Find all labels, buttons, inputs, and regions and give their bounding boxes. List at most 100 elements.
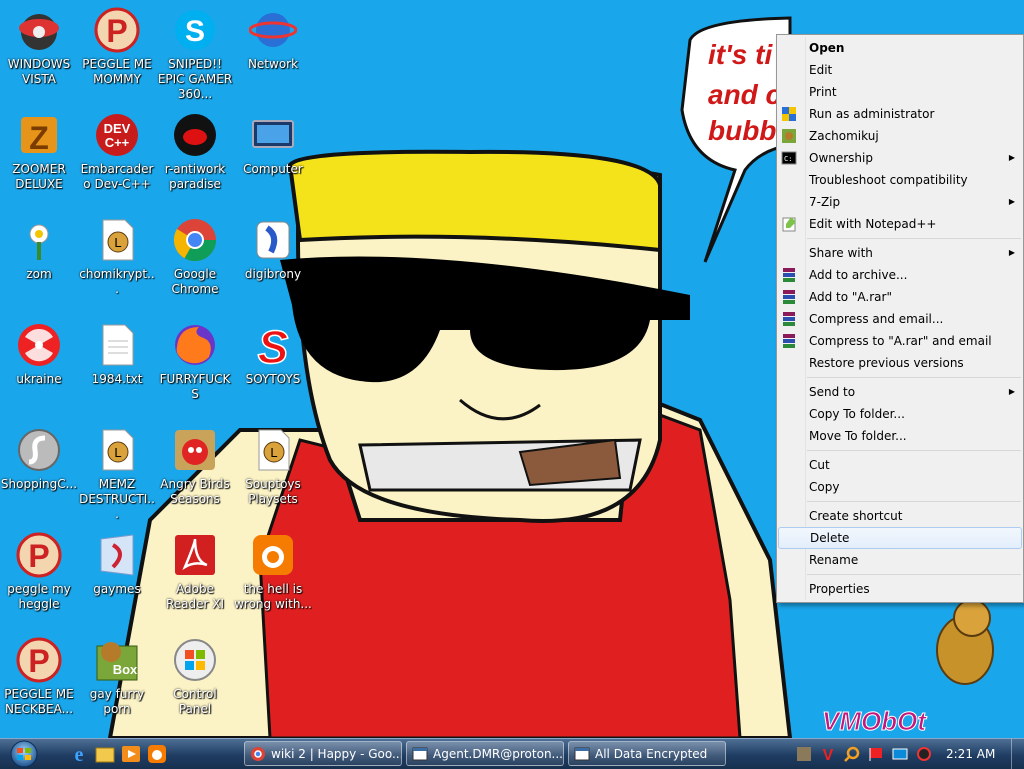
- menu-item-create-shortcut[interactable]: Create shortcut: [777, 505, 1023, 527]
- soytoys-icon: S: [249, 320, 297, 374]
- menu-item-add-to-archive[interactable]: Add to archive...: [777, 264, 1023, 286]
- menu-item-label: Zachomikuj: [809, 129, 879, 143]
- radiation-icon: [15, 321, 63, 369]
- menu-item-send-to[interactable]: Send to ▶: [777, 381, 1023, 403]
- network-icon: [248, 6, 298, 54]
- start-button[interactable]: [4, 740, 44, 768]
- taskbar-button[interactable]: All Data Encrypted: [568, 741, 726, 766]
- menu-item-properties[interactable]: Properties: [777, 578, 1023, 600]
- submenu-arrow-icon: ▶: [1008, 153, 1015, 162]
- menu-item-label: Print: [809, 85, 837, 99]
- desktop-icon[interactable]: FURRYFUCKS: [156, 321, 234, 402]
- desktop-icon[interactable]: r-antiwork paradise: [156, 111, 234, 192]
- desktop-icon[interactable]: S SNIPED!! EPIC GAMER 360...: [156, 6, 234, 102]
- menu-item-open[interactable]: Open: [777, 37, 1023, 59]
- desktop-icon[interactable]: Ppeggle my heggle: [0, 531, 78, 612]
- tray-clock[interactable]: 2:21 AM: [946, 739, 995, 769]
- network-tray-icon[interactable]: [892, 746, 908, 762]
- desktop-icon[interactable]: 1984.txt: [78, 321, 156, 387]
- menu-item-ownership[interactable]: C: Ownership ▶: [777, 147, 1023, 169]
- desktop-icon[interactable]: Computer: [234, 111, 312, 177]
- menu-item-edit-with-notepad[interactable]: Edit with Notepad++: [777, 213, 1023, 235]
- taskbar-button[interactable]: wiki 2 | Happy - Goo...: [244, 741, 402, 766]
- svg-text:L: L: [114, 235, 121, 250]
- desktop-icon-label: ShoppingC...: [0, 477, 78, 491]
- desktop-icon-label: chomikrypt...: [79, 267, 155, 296]
- desktop-icon[interactable]: zom: [0, 216, 78, 282]
- menu-item-rename[interactable]: Rename: [777, 549, 1023, 571]
- menu-item-label: Edit with Notepad++: [809, 217, 937, 231]
- menu-item-label: Copy: [809, 480, 840, 494]
- desktop-icon[interactable]: Control Panel: [156, 636, 234, 717]
- desktop-icon-label: the hell is wrong with...: [234, 582, 312, 611]
- desktop-icon[interactable]: ShoppingC...: [0, 426, 78, 492]
- menu-item-zachomikuj[interactable]: Zachomikuj: [777, 125, 1023, 147]
- desktop-icon[interactable]: Lchomikrypt...: [78, 216, 156, 297]
- desktop-icon[interactable]: WINDOWS VISTA: [0, 6, 78, 87]
- window-icon: [574, 746, 590, 762]
- adobe-reader-icon: [171, 531, 219, 579]
- peggle-icon: P: [93, 6, 141, 54]
- menu-item-label: Restore previous versions: [809, 356, 964, 370]
- menu-item-label: Compress and email...: [809, 312, 944, 326]
- menu-item-label: Add to archive...: [809, 268, 908, 282]
- desktop-icon[interactable]: P PEGGLE ME NECKBEA...: [0, 636, 78, 717]
- computer-icon: [249, 111, 297, 159]
- desktop-icon[interactable]: L Souptoys Playsets: [234, 426, 312, 507]
- menu-item-print[interactable]: Print: [777, 81, 1023, 103]
- desktop-icon[interactable]: Adobe Reader XI: [156, 531, 234, 612]
- menu-item-7-zip[interactable]: 7-Zip ▶: [777, 191, 1023, 213]
- flag-tray-icon[interactable]: [868, 746, 884, 762]
- menu-item-compress-and-email[interactable]: Compress and email...: [777, 308, 1023, 330]
- taskbar-button[interactable]: Agent.DMR@proton...: [406, 741, 564, 766]
- desktop-icon[interactable]: P PEGGLE ME MOMMY: [78, 6, 156, 87]
- explorer-icon[interactable]: [94, 743, 116, 765]
- search-tray-icon[interactable]: [844, 746, 860, 762]
- menu-item-share-with[interactable]: Share with ▶: [777, 242, 1023, 264]
- menu-item-label: Share with: [809, 246, 873, 260]
- menu-item-troubleshoot-compatibility[interactable]: Troubleshoot compatibility: [777, 169, 1023, 191]
- menu-item-edit[interactable]: Edit: [777, 59, 1023, 81]
- desktop-icon-label: Souptoys Playsets: [245, 477, 301, 506]
- menu-item-label: Ownership: [809, 151, 873, 165]
- chrome-icon: [171, 216, 219, 264]
- desktop-icon[interactable]: Network: [234, 6, 312, 72]
- desktop-icon[interactable]: Google Chrome: [156, 216, 234, 297]
- ie-icon[interactable]: e: [68, 743, 90, 765]
- desktop-icon[interactable]: Z ZOOMER DELUXE: [0, 111, 78, 192]
- volume-tray-icon[interactable]: [916, 746, 932, 762]
- svg-text:P: P: [28, 538, 49, 574]
- menu-item-compress-to-a-rar-and-email[interactable]: Compress to "A.rar" and email: [777, 330, 1023, 352]
- skype-icon: S: [171, 6, 219, 54]
- show-desktop-button[interactable]: [1011, 739, 1024, 769]
- uc-browser-icon[interactable]: [146, 743, 168, 765]
- vivaldi-tray-icon[interactable]: V: [820, 746, 836, 762]
- menu-item-run-as-administrator[interactable]: Run as administrator: [777, 103, 1023, 125]
- desktop-icon[interactable]: gaymes: [78, 531, 156, 597]
- menu-item-copy[interactable]: Copy: [777, 476, 1023, 498]
- menu-item-move-to-folder[interactable]: Move To folder...: [777, 425, 1023, 447]
- menu-item-label: Send to: [809, 385, 856, 399]
- desktop-icon[interactable]: DEV C++ Embarcadero Dev-C++: [78, 111, 156, 192]
- desktop-icon[interactable]: the hell is wrong with...: [234, 531, 312, 612]
- menu-item-restore-previous-versions[interactable]: Restore previous versions: [777, 352, 1023, 374]
- menu-item-label: Open: [809, 41, 845, 55]
- svg-text:S: S: [185, 15, 205, 48]
- menu-item-copy-to-folder[interactable]: Copy To folder...: [777, 403, 1023, 425]
- desktop-icon[interactable]: Box gay furry porn: [78, 636, 156, 717]
- desktop-icon[interactable]: ukraine: [0, 321, 78, 387]
- winrar-icon: [781, 333, 797, 349]
- menu-item-cut[interactable]: Cut: [777, 454, 1023, 476]
- media-player-icon[interactable]: [120, 743, 142, 765]
- desktop-icon[interactable]: digibrony: [234, 216, 312, 282]
- menu-item-add-to-a-rar[interactable]: Add to "A.rar": [777, 286, 1023, 308]
- menu-item-label: Move To folder...: [809, 429, 907, 443]
- desktop-icon[interactable]: S SOYTOYS: [234, 320, 312, 387]
- menu-item-delete[interactable]: Delete: [778, 527, 1022, 549]
- svg-text:L: L: [270, 445, 277, 460]
- beaver-tray-icon[interactable]: [796, 746, 812, 762]
- angry-birds-icon: [171, 426, 219, 474]
- zachomikuj-icon: [781, 128, 797, 144]
- desktop-icon[interactable]: Angry Birds Seasons: [156, 426, 234, 507]
- desktop-icon[interactable]: L MEMZ DESTRUCTI...: [78, 426, 156, 522]
